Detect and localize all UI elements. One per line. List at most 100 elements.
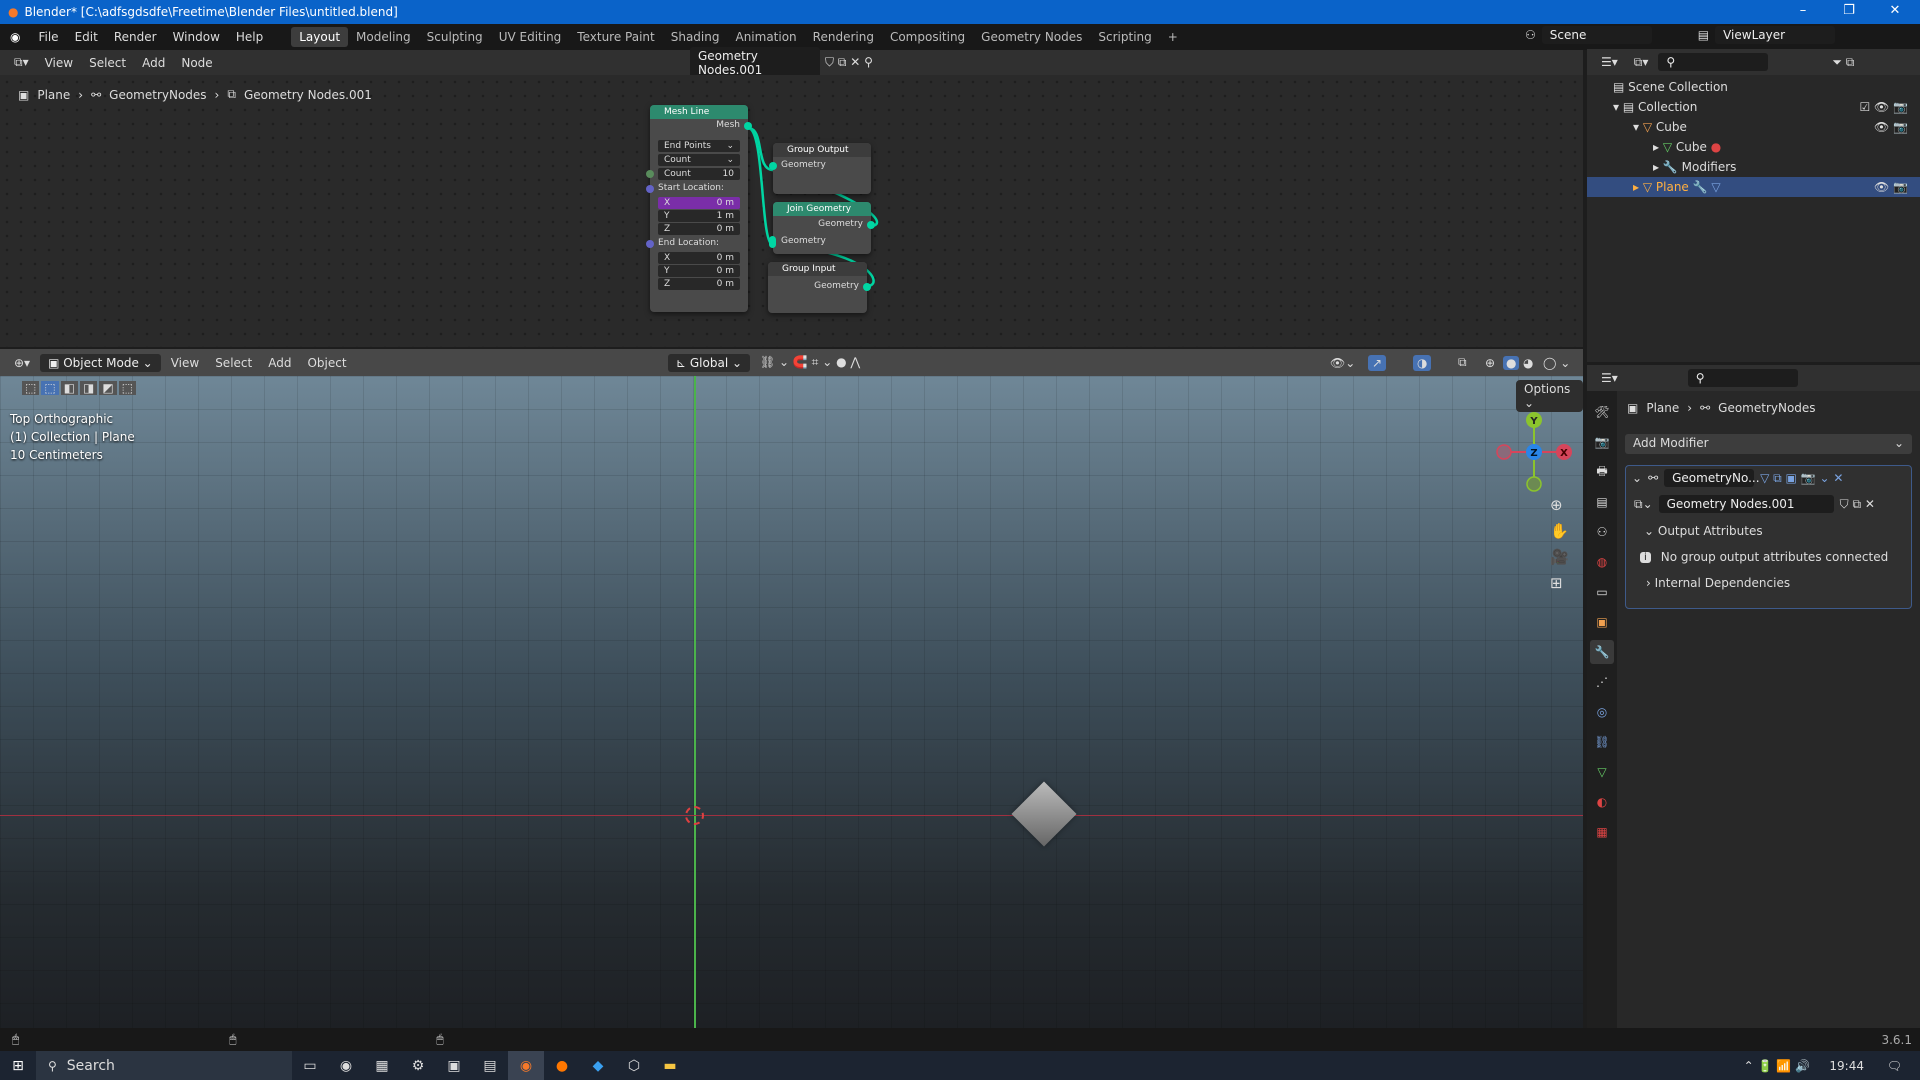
firefox-icon[interactable]: ●	[544, 1051, 580, 1080]
tab-scripting[interactable]: Scripting	[1090, 27, 1159, 47]
node-header[interactable]: Group Input	[768, 262, 867, 276]
visibility-icon[interactable]: 👁⌄	[1330, 356, 1355, 370]
collection-tab-icon[interactable]: ▭	[1590, 580, 1614, 604]
mesh-line-node[interactable]: Mesh Line Mesh End Points ⌄ Count ⌄ Count 1…	[646, 105, 752, 312]
constraints-tab-icon[interactable]: ⛓	[1590, 730, 1614, 754]
start-z-field[interactable]: Z0 m	[658, 223, 740, 235]
particles-tab-icon[interactable]: ⋰	[1590, 670, 1614, 694]
tab-modeling[interactable]: Modeling	[348, 27, 419, 47]
tab-rendering[interactable]: Rendering	[805, 27, 882, 47]
material-tab-icon[interactable]: ◐	[1590, 790, 1614, 814]
end-x-field[interactable]: X0 m	[658, 252, 740, 264]
texture-tab-icon[interactable]: ▦	[1590, 820, 1614, 844]
gizmo-neg-x[interactable]	[1496, 444, 1512, 460]
node-menu-select[interactable]: Select	[83, 54, 132, 72]
end-y-field[interactable]: Y0 m	[658, 265, 740, 277]
app-icon[interactable]: ⚙	[400, 1051, 436, 1080]
app-icon[interactable]: ▣	[436, 1051, 472, 1080]
system-tray-icons[interactable]: ⌃ 🔋 📶 🔊	[1744, 1059, 1810, 1073]
close-button[interactable]: ✕	[1872, 0, 1918, 24]
tab-texture-paint[interactable]: Texture Paint	[569, 27, 662, 47]
filter-icon[interactable]: ⏷ ⧉	[1832, 55, 1854, 70]
vscode-icon[interactable]: ◆	[580, 1051, 616, 1080]
navigation-gizmo[interactable]: Y X Z	[1490, 406, 1580, 506]
socket-geometry-in[interactable]	[769, 162, 777, 170]
node-editor[interactable]: ▣ Plane › ⚯ GeometryNodes › ⧉ Geometry Nod…	[0, 75, 1583, 347]
menu-window[interactable]: Window	[165, 30, 228, 44]
tab-sculpting[interactable]: Sculpting	[419, 27, 491, 47]
tab-uv-editing[interactable]: UV Editing	[491, 27, 570, 47]
socket-geometry-multi-in[interactable]	[769, 236, 776, 248]
outliner-plane[interactable]: ▸ ▽ Plane 🔧 ▽ 👁 📷	[1587, 177, 1920, 197]
join-geometry-node[interactable]: Join Geometry Geometry Geometry	[769, 202, 875, 254]
world-tab-icon[interactable]: ◍	[1590, 550, 1614, 574]
notifications-icon[interactable]: 🗨	[1887, 1059, 1902, 1073]
minimize-button[interactable]: –	[1780, 0, 1826, 24]
output-attributes-panel[interactable]: ⌄ Output Attributes	[1626, 516, 1911, 538]
outliner-modifiers[interactable]: ▸ 🔧 Modifiers	[1587, 157, 1920, 177]
count-mode-dropdown[interactable]: Count ⌄	[658, 154, 740, 166]
task-view-icon[interactable]: ▭	[292, 1051, 328, 1080]
tab-layout[interactable]: Layout	[291, 27, 349, 47]
outliner-search[interactable]: ⚲	[1658, 53, 1769, 71]
properties-search[interactable]: ⚲	[1687, 369, 1798, 387]
mode-dropdown[interactable]: End Points ⌄	[658, 140, 740, 152]
xray-toggle[interactable]: ⧉	[1458, 355, 1467, 370]
collapse-chevron-icon[interactable]: ⌄	[1632, 471, 1642, 485]
menu-help[interactable]: Help	[228, 30, 271, 44]
windows-start-icon[interactable]: ⊞	[0, 1051, 36, 1080]
menu-edit[interactable]: Edit	[67, 30, 106, 44]
taskbar-search[interactable]: ⚲ Search	[36, 1051, 292, 1080]
view-layer-selector[interactable]: ViewLayer	[1715, 26, 1836, 44]
outliner-scene-collection[interactable]: ▤ Scene Collection	[1587, 77, 1920, 97]
mode-selector[interactable]: ▣ Object Mode ⌄	[40, 353, 161, 372]
start-y-field[interactable]: Y1 m	[658, 210, 740, 222]
tool-tab-icon[interactable]: 🛠	[1590, 400, 1614, 424]
camera-icon[interactable]: 🎥	[1550, 548, 1569, 566]
editor-type-icon[interactable]: ☰▾	[1595, 53, 1624, 71]
internal-dependencies-panel[interactable]: › Internal Dependencies	[1626, 564, 1911, 590]
viewport-menu-select[interactable]: Select	[209, 354, 258, 372]
ortho-grid-icon[interactable]: ⊞	[1550, 574, 1569, 592]
file-explorer-icon[interactable]: ▬	[652, 1051, 688, 1080]
modifier-tab-icon[interactable]: 🔧	[1590, 640, 1614, 664]
tab-shading[interactable]: Shading	[663, 27, 728, 47]
scene-tab-icon[interactable]: ⚇	[1590, 520, 1614, 544]
snap-icon[interactable]: ⛓ ⌄ 🧲 ⌗ ⌄ ● ⋀	[760, 355, 860, 370]
shading-rendered[interactable]: ◯ ⌄	[1543, 356, 1570, 370]
editor-type-icon[interactable]: ⧉▾	[8, 53, 35, 72]
app-icon[interactable]: ▤	[472, 1051, 508, 1080]
socket-geometry-out[interactable]	[863, 283, 871, 291]
tool-select-box[interactable]: ⬚ ⬚ ◧ ◨ ◩ ⬚	[22, 381, 137, 395]
app-icon[interactable]: ⬡	[616, 1051, 652, 1080]
shading-material[interactable]: ◕	[1523, 356, 1533, 370]
gizmo-toggle[interactable]: ↗	[1368, 354, 1387, 371]
tab-geometry-nodes[interactable]: Geometry Nodes	[973, 27, 1090, 47]
pan-hand-icon[interactable]: ✋	[1550, 522, 1569, 540]
shading-wireframe[interactable]: ⊕	[1485, 356, 1495, 370]
node-menu-add[interactable]: Add	[136, 54, 171, 72]
blender-taskbar-icon[interactable]: ◉	[508, 1051, 544, 1080]
socket-mesh-out[interactable]	[744, 122, 752, 130]
modifier-toggles[interactable]: ▽ ⧉ ▣ 📷 ⌄ ✕	[1760, 471, 1843, 486]
physics-tab-icon[interactable]: ◎	[1590, 700, 1614, 724]
node-group-actions[interactable]: ⛉ ⧉ ✕	[1840, 497, 1875, 512]
modifier-name-field[interactable]: GeometryNo...	[1664, 469, 1760, 487]
node-group-field[interactable]: Geometry Nodes.001	[1658, 495, 1834, 513]
node-header[interactable]: Group Output	[773, 143, 871, 157]
blender-menu-icon[interactable]: ◉	[0, 30, 30, 44]
editor-type-icon[interactable]: ⊕▾	[8, 354, 36, 372]
add-modifier-dropdown[interactable]: Add Modifier ⌄	[1625, 434, 1912, 454]
node-tree-selector[interactable]: Geometry Nodes.001	[690, 46, 820, 79]
menu-file[interactable]: File	[30, 30, 66, 44]
node-group-icon[interactable]: ⧉⌄	[1634, 497, 1653, 512]
shading-solid[interactable]: ●	[1503, 355, 1520, 370]
outliner-cube[interactable]: ▾ ▽ Cube 👁 📷	[1587, 117, 1920, 137]
app-icon[interactable]: ◉	[328, 1051, 364, 1080]
transform-orientation[interactable]: ⊾ Global ⌄	[668, 353, 751, 372]
group-output-node[interactable]: Group Output Geometry	[769, 143, 871, 194]
output-tab-icon[interactable]: 🖶	[1590, 460, 1614, 484]
end-z-field[interactable]: Z0 m	[658, 278, 740, 290]
fake-user-icon[interactable]: ⛉ ⧉ ✕ ⚲	[825, 55, 873, 70]
view-layer-tab-icon[interactable]: ▤	[1590, 490, 1614, 514]
